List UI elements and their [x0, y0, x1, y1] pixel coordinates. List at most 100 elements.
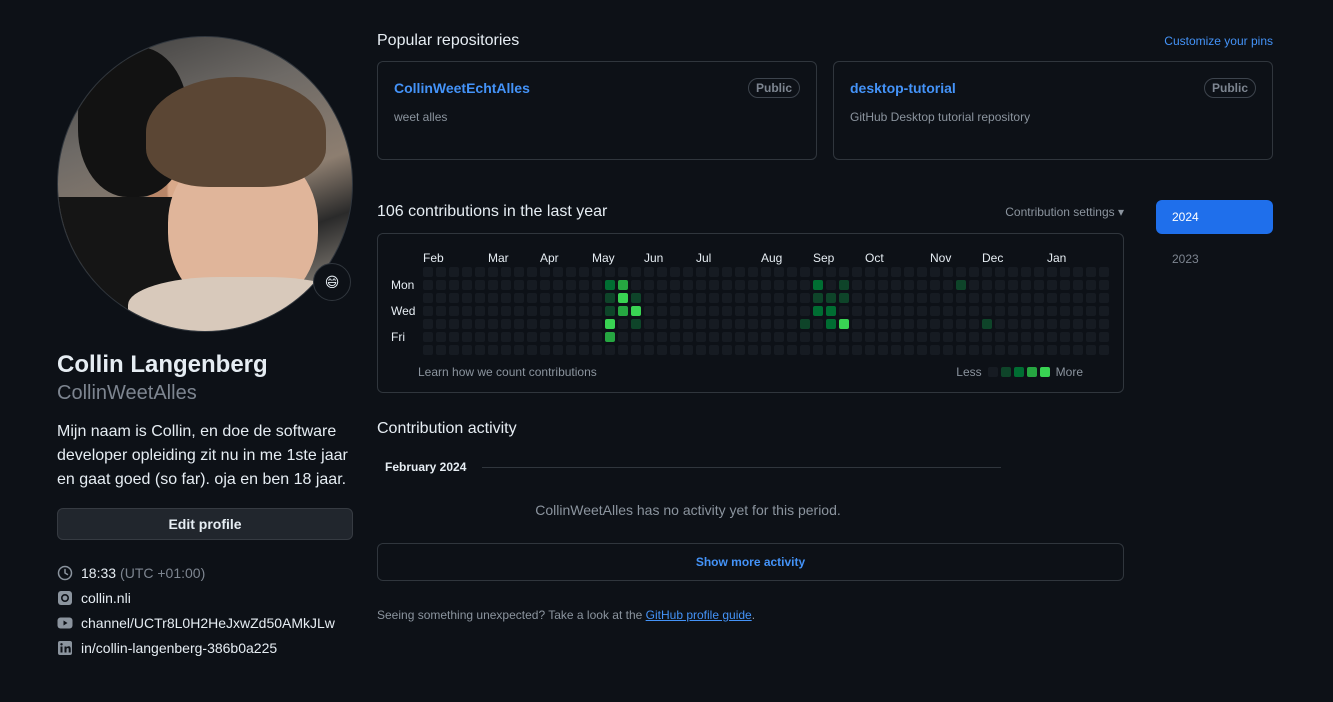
- contribution-day[interactable]: [566, 280, 576, 290]
- contribution-day[interactable]: [696, 306, 706, 316]
- contribution-day[interactable]: [514, 306, 524, 316]
- contribution-day[interactable]: [449, 345, 459, 355]
- contribution-day[interactable]: [423, 293, 433, 303]
- contribution-day[interactable]: [774, 306, 784, 316]
- contribution-day[interactable]: [956, 319, 966, 329]
- contribution-day[interactable]: [1086, 319, 1096, 329]
- contribution-day[interactable]: [566, 293, 576, 303]
- contribution-day[interactable]: [722, 345, 732, 355]
- contribution-day[interactable]: [1073, 293, 1083, 303]
- contribution-day[interactable]: [1073, 306, 1083, 316]
- contribution-day[interactable]: [1060, 306, 1070, 316]
- contribution-day[interactable]: [852, 280, 862, 290]
- contribution-day[interactable]: [683, 267, 693, 277]
- contribution-day[interactable]: [423, 267, 433, 277]
- contribution-day[interactable]: [618, 345, 628, 355]
- contribution-day[interactable]: [735, 332, 745, 342]
- contribution-day[interactable]: [709, 332, 719, 342]
- contribution-day[interactable]: [995, 280, 1005, 290]
- contribution-day[interactable]: [800, 293, 810, 303]
- contribution-day[interactable]: [579, 293, 589, 303]
- contribution-day[interactable]: [995, 319, 1005, 329]
- contribution-day[interactable]: [527, 319, 537, 329]
- contribution-day[interactable]: [839, 319, 849, 329]
- edit-profile-button[interactable]: Edit profile: [57, 508, 353, 540]
- avatar[interactable]: [57, 36, 353, 332]
- contribution-day[interactable]: [904, 345, 914, 355]
- contribution-day[interactable]: [930, 280, 940, 290]
- contribution-day[interactable]: [995, 332, 1005, 342]
- contribution-day[interactable]: [605, 280, 615, 290]
- contribution-day[interactable]: [696, 293, 706, 303]
- contribution-day[interactable]: [423, 332, 433, 342]
- contribution-day[interactable]: [943, 332, 953, 342]
- contribution-day[interactable]: [800, 306, 810, 316]
- contribution-day[interactable]: [800, 319, 810, 329]
- contribution-day[interactable]: [930, 319, 940, 329]
- contribution-day[interactable]: [657, 267, 667, 277]
- contribution-day[interactable]: [774, 293, 784, 303]
- contribution-day[interactable]: [930, 345, 940, 355]
- contribution-day[interactable]: [1099, 280, 1109, 290]
- contribution-day[interactable]: [475, 306, 485, 316]
- show-more-activity-button[interactable]: Show more activity: [377, 543, 1124, 581]
- contribution-day[interactable]: [1073, 280, 1083, 290]
- contribution-day[interactable]: [904, 280, 914, 290]
- contribution-day[interactable]: [696, 280, 706, 290]
- contribution-day[interactable]: [462, 280, 472, 290]
- contribution-day[interactable]: [1060, 293, 1070, 303]
- contribution-day[interactable]: [527, 267, 537, 277]
- contribution-day[interactable]: [787, 306, 797, 316]
- contribution-day[interactable]: [1034, 345, 1044, 355]
- contribution-day[interactable]: [1034, 332, 1044, 342]
- contribution-day[interactable]: [787, 345, 797, 355]
- contribution-day[interactable]: [995, 267, 1005, 277]
- contribution-day[interactable]: [540, 267, 550, 277]
- youtube-text[interactable]: channel/UCTr8L0H2HeJxwZd50AMkJLw: [81, 615, 335, 631]
- contribution-day[interactable]: [800, 267, 810, 277]
- contribution-day[interactable]: [449, 319, 459, 329]
- contribution-day[interactable]: [839, 280, 849, 290]
- contribution-day[interactable]: [982, 267, 992, 277]
- contribution-day[interactable]: [1021, 267, 1031, 277]
- contribution-day[interactable]: [956, 345, 966, 355]
- contribution-day[interactable]: [696, 332, 706, 342]
- contribution-day[interactable]: [605, 306, 615, 316]
- contribution-day[interactable]: [670, 306, 680, 316]
- contribution-day[interactable]: [748, 319, 758, 329]
- contribution-day[interactable]: [592, 267, 602, 277]
- contribution-day[interactable]: [553, 293, 563, 303]
- contribution-day[interactable]: [644, 332, 654, 342]
- contribution-day[interactable]: [891, 345, 901, 355]
- contribution-day[interactable]: [839, 293, 849, 303]
- contribution-day[interactable]: [553, 319, 563, 329]
- contribution-day[interactable]: [566, 345, 576, 355]
- contribution-day[interactable]: [1099, 306, 1109, 316]
- contribution-day[interactable]: [527, 345, 537, 355]
- contribution-day[interactable]: [449, 306, 459, 316]
- contribution-day[interactable]: [657, 332, 667, 342]
- contribution-day[interactable]: [540, 306, 550, 316]
- contribution-day[interactable]: [631, 319, 641, 329]
- contribution-day[interactable]: [1034, 267, 1044, 277]
- contribution-day[interactable]: [618, 267, 628, 277]
- contribution-day[interactable]: [1008, 280, 1018, 290]
- contribution-day[interactable]: [501, 306, 511, 316]
- contribution-day[interactable]: [1047, 306, 1057, 316]
- contribution-day[interactable]: [540, 332, 550, 342]
- contribution-day[interactable]: [761, 267, 771, 277]
- contribution-day[interactable]: [956, 332, 966, 342]
- contribution-day[interactable]: [618, 319, 628, 329]
- contribution-day[interactable]: [969, 345, 979, 355]
- contribution-day[interactable]: [553, 345, 563, 355]
- contribution-day[interactable]: [1099, 267, 1109, 277]
- contribution-day[interactable]: [1008, 319, 1018, 329]
- contribution-day[interactable]: [1021, 332, 1031, 342]
- contribution-day[interactable]: [631, 293, 641, 303]
- contribution-day[interactable]: [995, 345, 1005, 355]
- contribution-day[interactable]: [722, 319, 732, 329]
- contribution-day[interactable]: [1099, 332, 1109, 342]
- contribution-day[interactable]: [852, 345, 862, 355]
- contribution-day[interactable]: [683, 306, 693, 316]
- contribution-day[interactable]: [917, 280, 927, 290]
